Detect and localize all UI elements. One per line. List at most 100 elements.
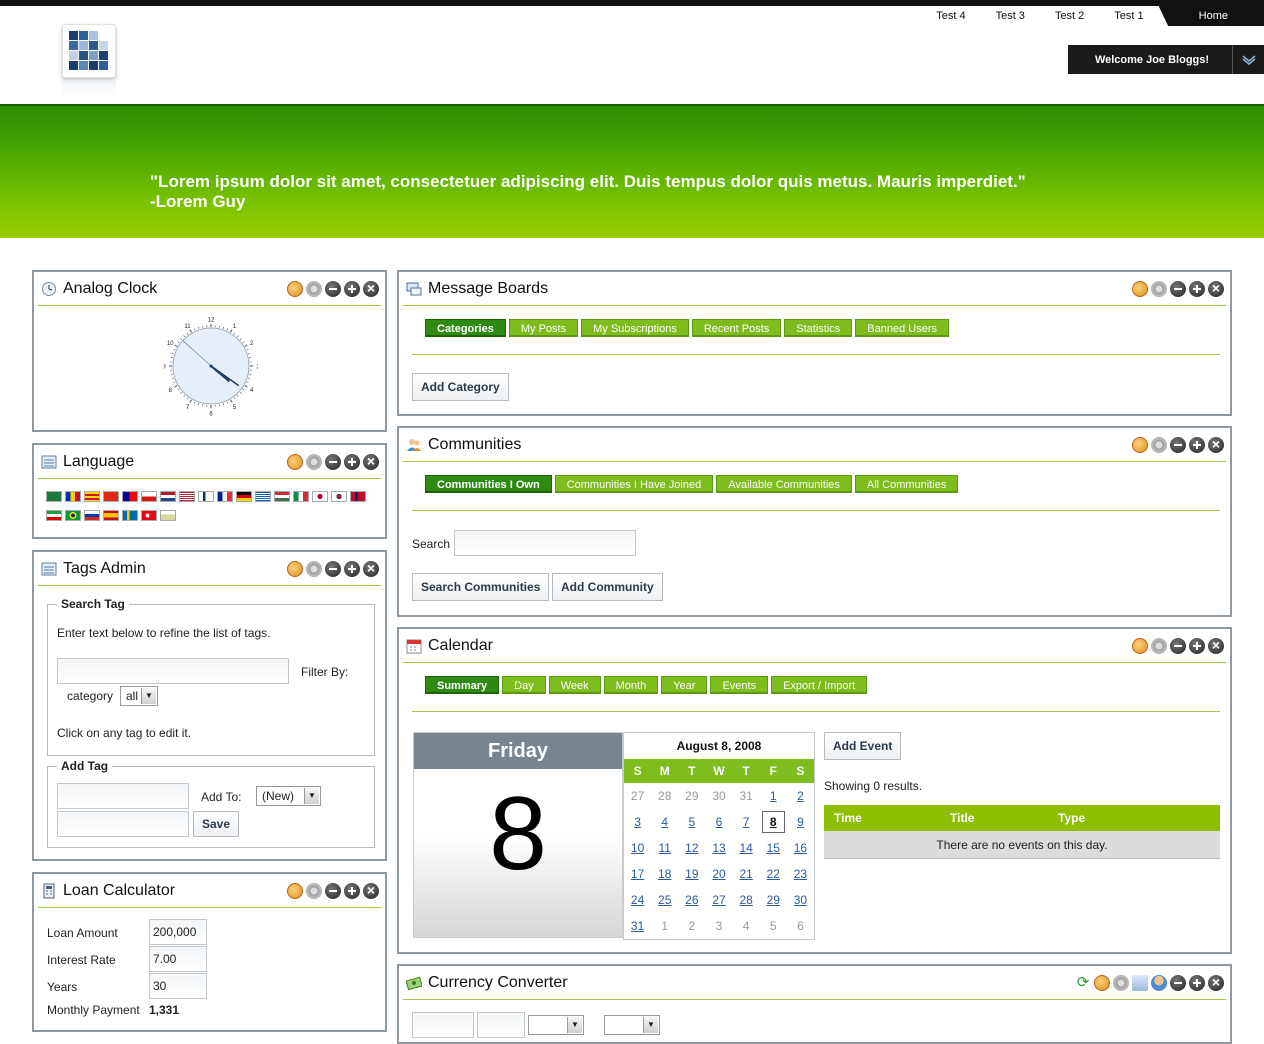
close-icon[interactable] [1208, 281, 1224, 297]
flag-icon[interactable] [141, 491, 157, 502]
maximize-icon[interactable] [344, 883, 360, 899]
flag-icon[interactable] [198, 491, 214, 502]
flag-icon[interactable] [65, 491, 81, 502]
to-currency-select[interactable]: ▼ [604, 1015, 660, 1035]
flag-icon[interactable] [160, 491, 176, 502]
minimize-icon[interactable] [325, 281, 341, 297]
minimize-icon[interactable] [1170, 281, 1186, 297]
tab-all-communities[interactable]: All Communities [855, 475, 958, 493]
look-and-feel-icon[interactable] [287, 561, 303, 577]
tab-statistics[interactable]: Statistics [784, 319, 852, 337]
look-and-feel-icon[interactable] [1132, 437, 1148, 453]
maximize-icon[interactable] [1189, 638, 1205, 654]
tab-year[interactable]: Year [661, 676, 707, 694]
calendar-day[interactable]: 7 [733, 809, 760, 835]
flag-icon[interactable] [160, 510, 176, 521]
flag-icon[interactable] [141, 510, 157, 521]
nav-test-2[interactable]: Test 2 [1040, 6, 1099, 26]
tab-communities-i-have-joined[interactable]: Communities I Have Joined [555, 475, 714, 493]
refresh-icon[interactable]: ⟳ [1075, 975, 1091, 991]
column-header-title[interactable]: Title [950, 811, 1058, 825]
close-icon[interactable] [1208, 437, 1224, 453]
flag-icon[interactable] [217, 491, 233, 502]
permissions-icon[interactable] [1151, 975, 1167, 991]
calendar-day[interactable]: 22 [760, 861, 787, 887]
amount-input[interactable] [412, 1012, 474, 1038]
flag-icon[interactable] [103, 510, 119, 521]
tab-export-import[interactable]: Export / Import [771, 676, 867, 694]
loan-amount-input[interactable]: 200,000 [149, 919, 207, 945]
save-button[interactable]: Save [193, 811, 239, 837]
calendar-day[interactable]: 23 [787, 861, 814, 887]
calendar-day[interactable]: 24 [624, 887, 651, 913]
site-logo[interactable] [62, 24, 116, 78]
flag-icon[interactable] [274, 491, 290, 502]
flag-icon[interactable] [255, 491, 271, 502]
maximize-icon[interactable] [344, 454, 360, 470]
flag-icon[interactable] [236, 491, 252, 502]
flag-icon[interactable] [46, 510, 62, 521]
tab-month[interactable]: Month [604, 676, 659, 694]
maximize-icon[interactable] [344, 561, 360, 577]
column-header-time[interactable]: Time [824, 811, 950, 825]
calendar-day[interactable]: 25 [651, 887, 678, 913]
tag-search-input[interactable] [57, 658, 289, 684]
look-and-feel-icon[interactable] [1132, 638, 1148, 654]
flag-icon[interactable] [331, 491, 347, 502]
add-to-select[interactable]: (New) ▼ [256, 786, 321, 806]
tag-name-input[interactable] [57, 783, 189, 809]
calendar-day[interactable]: 31 [624, 913, 651, 939]
close-icon[interactable] [363, 561, 379, 577]
welcome-menu[interactable]: Welcome Joe Bloggs! [1068, 45, 1264, 74]
gear-icon[interactable] [1151, 281, 1167, 297]
from-input[interactable] [477, 1012, 525, 1038]
calendar-day[interactable]: 20 [705, 861, 732, 887]
gear-icon[interactable] [306, 883, 322, 899]
welcome-text[interactable]: Welcome Joe Bloggs! [1068, 54, 1232, 66]
calendar-day[interactable]: 26 [678, 887, 705, 913]
calendar-day-selected[interactable]: 8 [762, 811, 785, 833]
gear-icon[interactable] [1113, 975, 1129, 991]
calendar-day[interactable]: 17 [624, 861, 651, 887]
from-currency-select[interactable]: ▼ [528, 1015, 584, 1035]
flag-icon[interactable] [84, 491, 100, 502]
flag-icon[interactable] [103, 491, 119, 502]
calendar-day[interactable]: 27 [705, 887, 732, 913]
close-icon[interactable] [363, 454, 379, 470]
category-select[interactable]: all ▼ [120, 686, 158, 706]
close-icon[interactable] [1208, 975, 1224, 991]
add-community-button[interactable]: Add Community [552, 573, 663, 601]
nav-test-1[interactable]: Test 1 [1099, 6, 1158, 26]
flag-icon[interactable] [312, 491, 328, 502]
calendar-day[interactable]: 4 [651, 809, 678, 835]
calendar-day[interactable]: 14 [733, 835, 760, 861]
flag-icon[interactable] [293, 491, 309, 502]
tab-my-posts[interactable]: My Posts [509, 319, 578, 337]
flag-icon[interactable] [179, 491, 195, 502]
calendar-day[interactable]: 30 [787, 887, 814, 913]
look-and-feel-icon[interactable] [287, 883, 303, 899]
calendar-day[interactable]: 18 [651, 861, 678, 887]
calendar-day[interactable]: 28 [733, 887, 760, 913]
flag-icon[interactable] [122, 491, 138, 502]
tab-day[interactable]: Day [502, 676, 546, 694]
look-and-feel-icon[interactable] [1132, 281, 1148, 297]
column-header-type[interactable]: Type [1058, 811, 1085, 825]
calendar-day[interactable]: 15 [760, 835, 787, 861]
look-and-feel-icon[interactable] [1094, 975, 1110, 991]
look-and-feel-icon[interactable] [287, 454, 303, 470]
nav-test-3[interactable]: Test 3 [981, 6, 1040, 26]
gear-icon[interactable] [1151, 437, 1167, 453]
tab-banned-users[interactable]: Banned Users [855, 319, 949, 337]
flag-icon[interactable] [350, 491, 366, 502]
tag-properties-input[interactable] [57, 811, 189, 837]
years-input[interactable]: 30 [149, 973, 207, 999]
flag-icon[interactable] [65, 510, 81, 521]
minimize-icon[interactable] [1170, 975, 1186, 991]
calendar-day[interactable]: 21 [733, 861, 760, 887]
tab-categories[interactable]: Categories [425, 319, 506, 337]
gear-icon[interactable] [306, 561, 322, 577]
flag-icon[interactable] [84, 510, 100, 521]
nav-home[interactable]: Home [1159, 6, 1264, 26]
maximize-icon[interactable] [344, 281, 360, 297]
